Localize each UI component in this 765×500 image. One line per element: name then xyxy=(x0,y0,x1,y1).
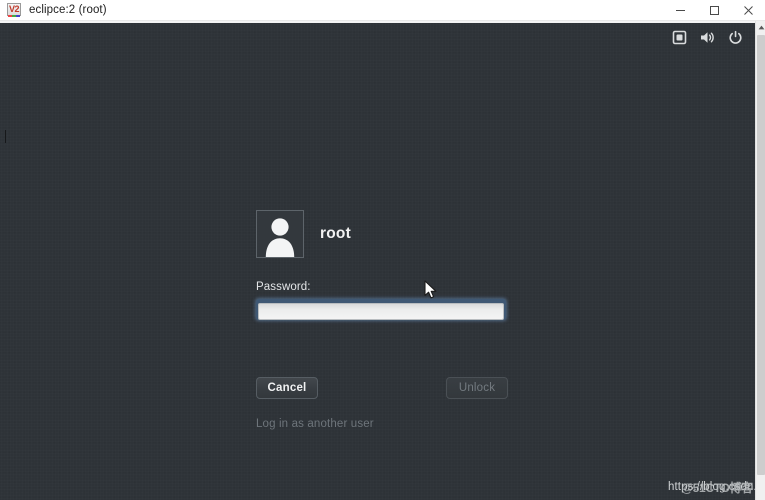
unlock-panel: root Password: Cancel Unlock Log in as a… xyxy=(256,209,508,430)
scroll-up-arrow[interactable] xyxy=(756,21,765,34)
remote-desktop-lockscreen: root Password: Cancel Unlock Log in as a… xyxy=(0,21,755,500)
unlock-button[interactable]: Unlock xyxy=(446,377,508,399)
password-field-focus-ring xyxy=(256,299,506,320)
volume-icon[interactable] xyxy=(699,29,715,45)
vnc-viewer-window: V2 eclipce:2 (root) root Password: Cance… xyxy=(0,0,765,500)
avatar xyxy=(256,210,304,258)
scrollbar-thumb[interactable] xyxy=(757,35,765,475)
watermark: https://blog.csdn.n @51CTO博客 xyxy=(668,476,755,498)
close-button[interactable] xyxy=(731,0,765,21)
system-status-bar xyxy=(671,26,743,48)
accessibility-icon[interactable] xyxy=(671,29,687,45)
power-icon[interactable] xyxy=(727,29,743,45)
window-title: eclipce:2 (root) xyxy=(29,4,107,16)
window-titlebar: V2 eclipce:2 (root) xyxy=(0,0,765,21)
user-identity-row: root xyxy=(256,209,508,259)
vertical-scrollbar[interactable] xyxy=(755,21,765,500)
watermark-overlay: @51CTO博客 xyxy=(681,480,753,495)
username-label: root xyxy=(320,225,351,242)
action-button-row: Cancel Unlock xyxy=(256,377,508,399)
scrollbar-track-bottom[interactable] xyxy=(756,484,765,500)
vnc-viewer-icon: V2 xyxy=(6,2,22,18)
maximize-button[interactable] xyxy=(697,0,731,21)
password-label: Password: xyxy=(256,281,311,293)
minimize-button[interactable] xyxy=(663,0,697,21)
password-input[interactable] xyxy=(258,302,504,320)
login-as-another-user-link[interactable]: Log in as another user xyxy=(256,418,508,430)
text-caret xyxy=(5,130,6,143)
cancel-button[interactable]: Cancel xyxy=(256,377,318,399)
